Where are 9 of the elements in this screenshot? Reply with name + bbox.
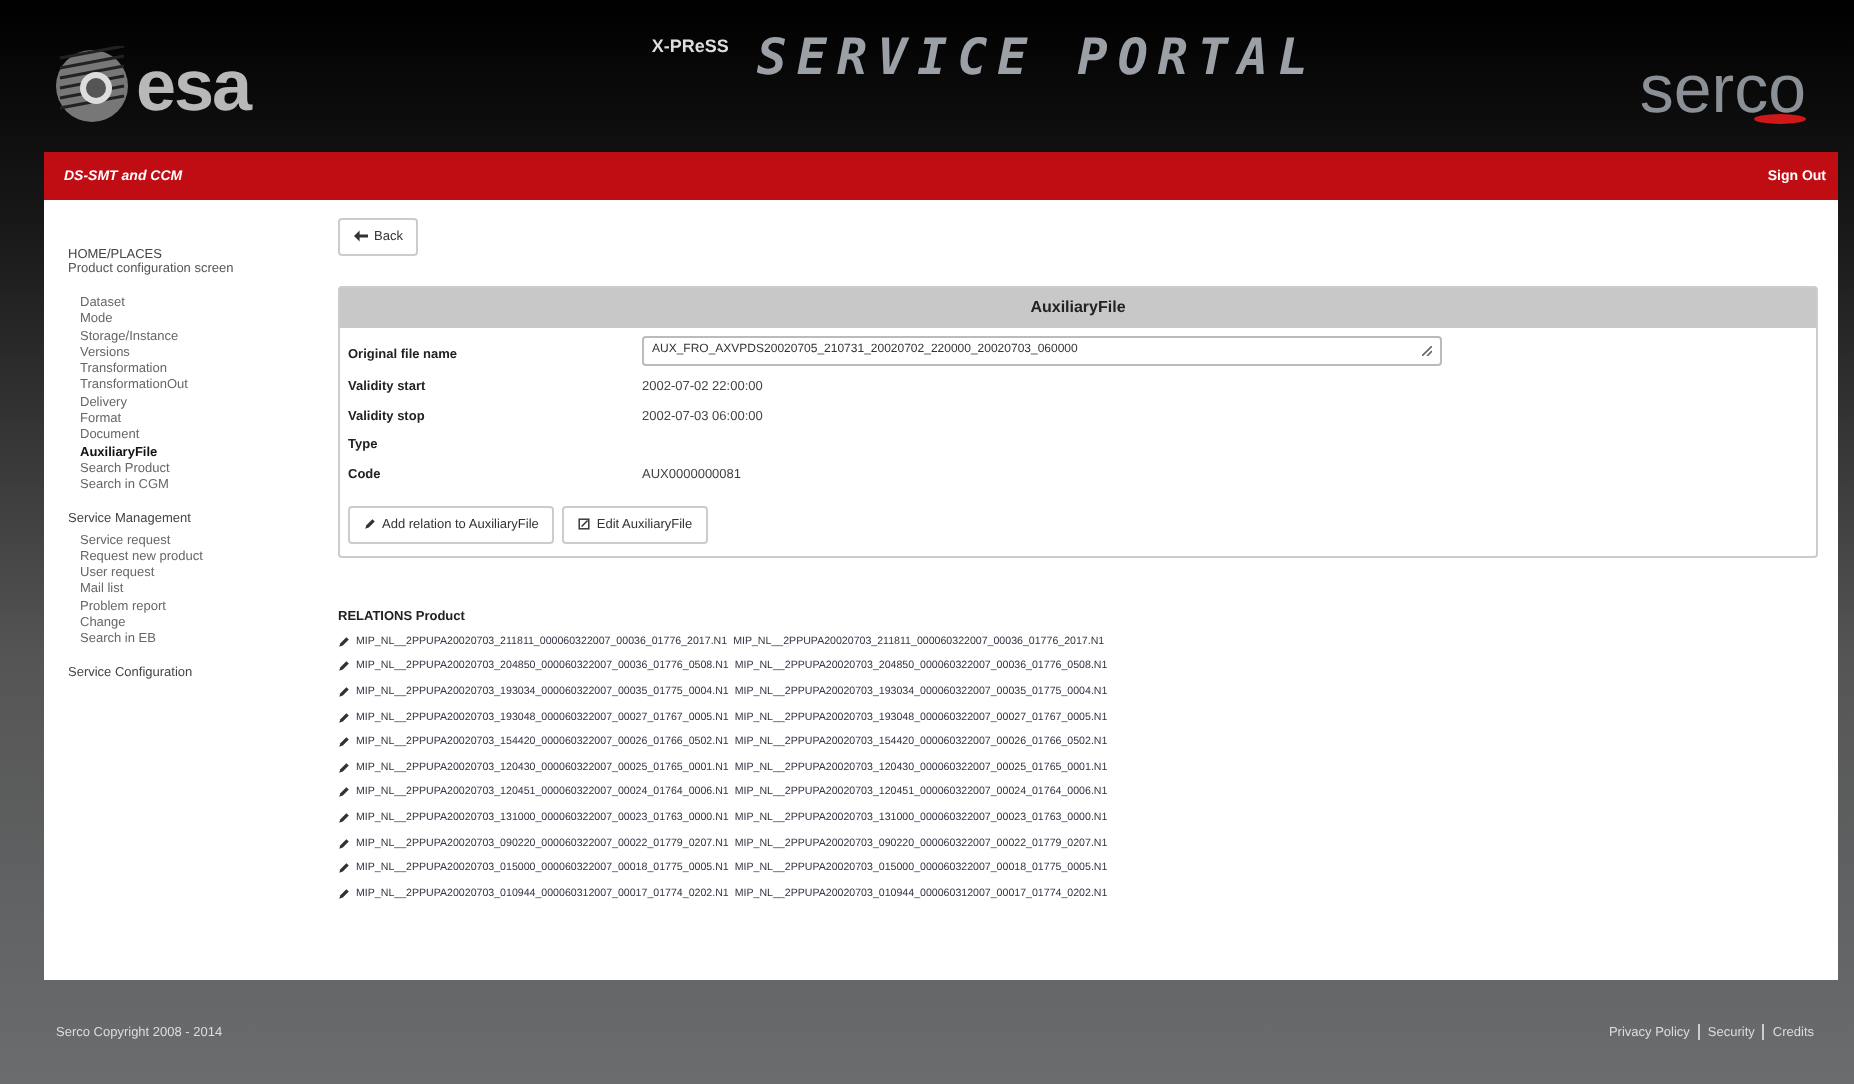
serco-logo: serco (1639, 52, 1806, 124)
resize-handle-icon (1422, 345, 1432, 355)
panel-title: AuxiliaryFile (340, 287, 1816, 327)
pencil-icon (364, 518, 376, 530)
arrow-left-icon (354, 230, 368, 242)
edit-icon (578, 518, 591, 530)
esa-logo: esa (52, 44, 251, 128)
mission-logo: X-PReSS (651, 36, 729, 56)
portal-title: SERVICE PORTAL (756, 28, 1319, 86)
